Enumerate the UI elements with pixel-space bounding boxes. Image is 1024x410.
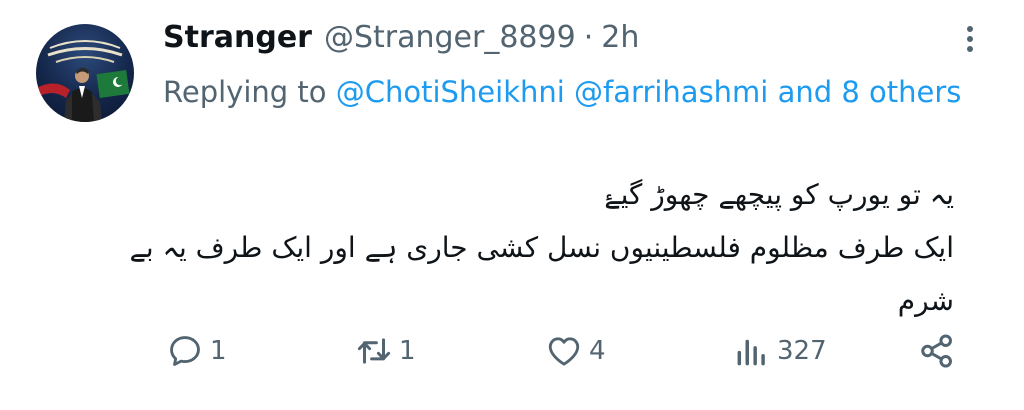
views-count: 327: [777, 336, 827, 366]
retweet-count: 1: [399, 336, 416, 366]
avatar[interactable]: [36, 24, 134, 122]
author-handle[interactable]: @Stranger_8899: [324, 20, 576, 55]
reply-icon: [170, 336, 200, 366]
tweet-header: Stranger @Stranger_8899 · 2h: [163, 20, 639, 60]
tweet-text-line: ایک طرف مظلوم فلسطینیوں نسل کشی جاری ہے …: [129, 231, 954, 264]
share-button[interactable]: [918, 328, 956, 374]
reply-count: 1: [210, 336, 227, 366]
mention-chotisheikhni[interactable]: @ChotiSheikhni: [336, 75, 565, 109]
like-button[interactable]: 4: [545, 328, 606, 374]
reply-button[interactable]: 1: [166, 328, 227, 374]
views-button[interactable]: 327: [733, 328, 827, 374]
views-icon: [737, 339, 765, 366]
replying-to: Replying to @ChotiSheikhni @farrihashmi …: [163, 70, 963, 114]
more-options-icon[interactable]: [962, 22, 978, 62]
retweet-icon: [357, 338, 391, 364]
separator-dot: ·: [583, 20, 594, 55]
mention-farrihashmi[interactable]: @farrihashmi: [574, 75, 768, 109]
action-bar: 1 1 4 327: [0, 328, 1024, 374]
tweet-text: یہ تو یورپ کو پیچھے چھوڑ گیۓ ایک طرف مظل…: [129, 168, 954, 327]
author-display-name[interactable]: Stranger: [163, 20, 312, 55]
tweet-text-line: شرم: [897, 284, 954, 317]
share-icon: [921, 334, 952, 368]
replying-to-label: Replying to: [163, 75, 327, 109]
like-count: 4: [589, 336, 606, 366]
tweet-text-line: یہ تو یورپ کو پیچھے چھوڑ گیۓ: [604, 178, 954, 211]
tweet-timestamp[interactable]: 2h: [601, 20, 639, 55]
tweet-card[interactable]: Stranger @Stranger_8899 · 2h Replying to…: [0, 0, 1024, 410]
like-icon: [548, 337, 580, 366]
avatar-image: [36, 40, 130, 122]
mention-others[interactable]: and 8 others: [778, 75, 962, 109]
retweet-button[interactable]: 1: [355, 328, 416, 374]
